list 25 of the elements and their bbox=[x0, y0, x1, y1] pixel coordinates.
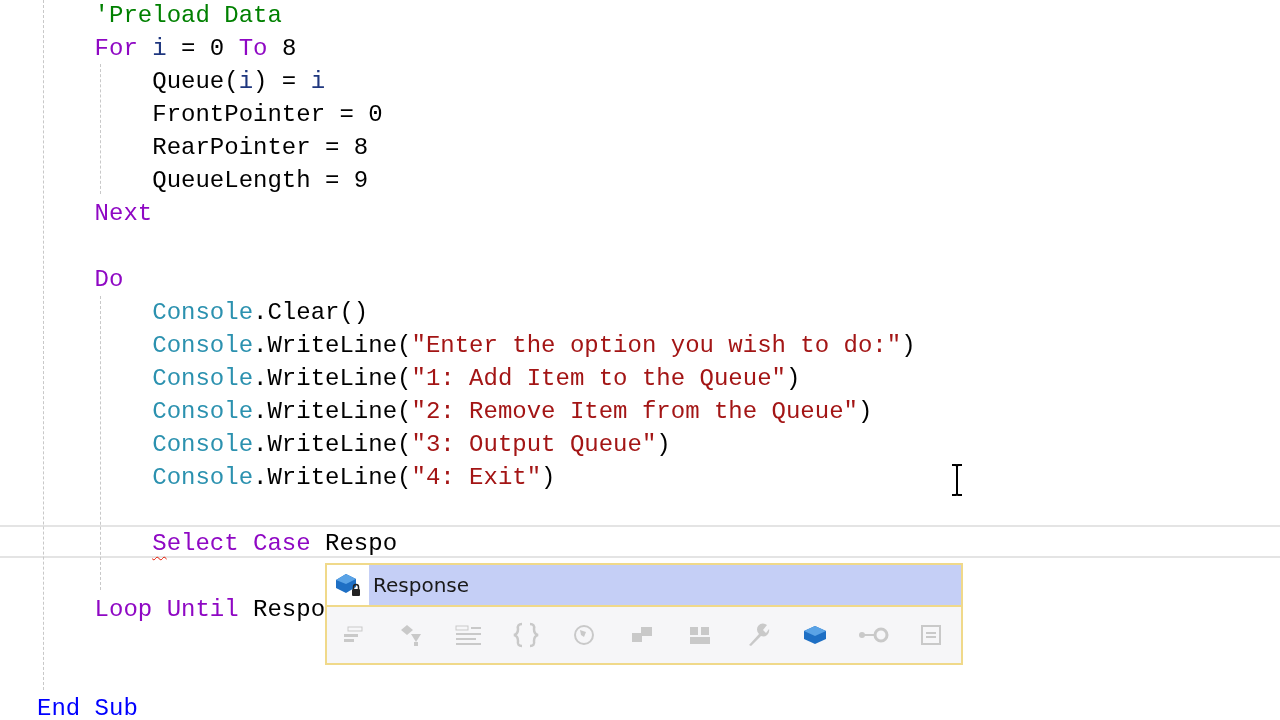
code-line: Queue(i) = i bbox=[151, 67, 326, 96]
code-line: RearPointer = 8 bbox=[151, 133, 369, 162]
note-icon bbox=[918, 623, 943, 647]
code-line: Console.Clear() bbox=[151, 298, 369, 327]
code-line: Do bbox=[93, 265, 124, 294]
code-line: Select Case Respo bbox=[0, 525, 1280, 558]
list-icon bbox=[453, 624, 484, 646]
code-line: Next bbox=[93, 199, 153, 228]
code-line: Loop Until Respo bbox=[93, 595, 326, 624]
completion-item[interactable]: Response bbox=[369, 565, 961, 605]
code-line: Console.WriteLine("1: Add Item to the Queue") bbox=[151, 364, 801, 393]
cube-lock-icon bbox=[334, 572, 362, 598]
code-line: FrontPointer = 0 bbox=[151, 100, 383, 129]
code-line: Console.WriteLine("3: Output Queue") bbox=[151, 430, 671, 459]
code-line: QueueLength = 9 bbox=[151, 166, 369, 195]
globe-icon bbox=[572, 623, 597, 647]
code-line: Console.WriteLine("4: Exit") bbox=[151, 463, 556, 492]
code-line: For i = 0 To 8 bbox=[93, 34, 297, 63]
code-line: 'Preload Data bbox=[93, 1, 282, 30]
braces-icon bbox=[512, 622, 541, 648]
code-line: End Sub bbox=[37, 694, 138, 720]
code-line: Console.WriteLine("2: Remove Item from the Queue") bbox=[151, 397, 873, 426]
code-line: Console.WriteLine("Enter the option you wish to do:") bbox=[151, 331, 916, 360]
key-icon bbox=[857, 625, 890, 645]
text-cursor-icon bbox=[951, 464, 963, 496]
